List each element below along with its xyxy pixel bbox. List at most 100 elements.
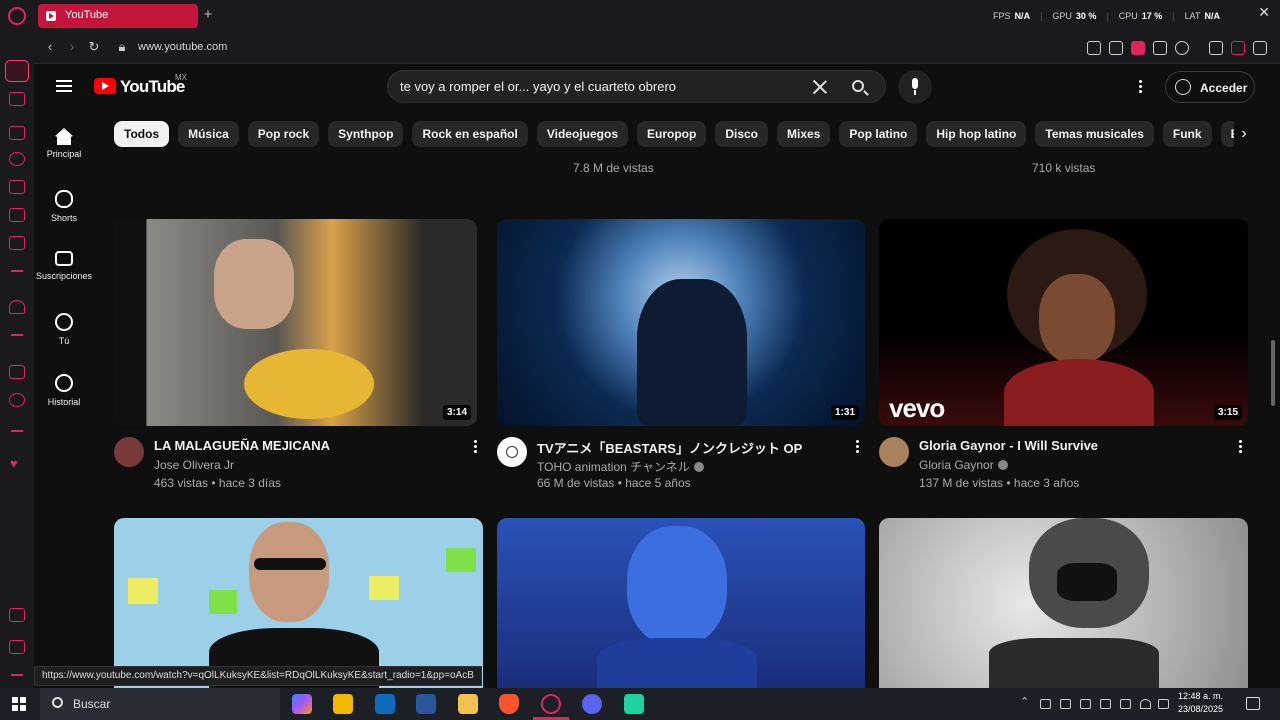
chip-europop[interactable]: Europop: [637, 121, 707, 147]
chip-disco[interactable]: Disco: [715, 121, 769, 147]
chip-hip-hop-latino[interactable]: Hip hop latino: [926, 121, 1027, 147]
opera-gx-taskbar-icon[interactable]: [541, 694, 561, 714]
sidebar-more-icon[interactable]: [11, 674, 23, 676]
wifi-icon[interactable]: [1140, 699, 1151, 709]
app-icon[interactable]: [624, 694, 644, 714]
chip-todos[interactable]: Todos: [114, 121, 170, 147]
video-thumbnail[interactable]: 3:14: [114, 219, 477, 426]
video-thumbnail[interactable]: [114, 518, 483, 688]
reload-icon[interactable]: ↻: [86, 39, 102, 55]
tray-chevron-icon[interactable]: ⌃: [1020, 695, 1031, 708]
chip-funk[interactable]: Funk: [1162, 121, 1212, 147]
chips-next-chevron-icon[interactable]: ›: [1234, 124, 1254, 144]
settings-menu-icon[interactable]: [1139, 80, 1143, 94]
heart-icon[interactable]: [1175, 41, 1189, 55]
thumbnail-figure: [249, 522, 329, 622]
sidebar-music-icon[interactable]: [9, 236, 25, 250]
rail-item-subscriptions[interactable]: Suscripciones: [34, 251, 94, 281]
sidebar-gx-corner-icon[interactable]: [9, 126, 25, 140]
rail-item-you[interactable]: Tú: [34, 313, 94, 346]
extensions-icon[interactable]: [1209, 41, 1223, 55]
tray-app-icon[interactable]: [1060, 699, 1071, 709]
page-scrollbar[interactable]: [1271, 340, 1275, 406]
opera-gx-logo-icon[interactable]: [8, 7, 26, 25]
channel-avatar[interactable]: [497, 437, 527, 467]
youtube-logo-icon[interactable]: [94, 78, 116, 94]
chip-temas-musicales[interactable]: Temas musicales: [1035, 121, 1154, 147]
channel-avatar[interactable]: [114, 437, 144, 467]
chip-pop-latino[interactable]: Pop latino: [839, 121, 918, 147]
sidebar-gx-icon[interactable]: [9, 640, 25, 654]
chip-mixes[interactable]: Mixes: [777, 121, 831, 147]
tray-app-icon[interactable]: [1080, 699, 1091, 709]
tray-app-icon[interactable]: [1100, 699, 1111, 709]
voice-search-mic-icon[interactable]: [898, 70, 932, 104]
battery-icon[interactable]: [1120, 699, 1131, 709]
rail-item-history[interactable]: Historial: [34, 374, 94, 407]
video-thumbnail[interactable]: [497, 518, 865, 688]
video-options-icon[interactable]: [856, 440, 860, 454]
video-title[interactable]: Gloria Gaynor - I Will Survive: [919, 438, 1098, 453]
chip-electro-house[interactable]: Electro house: [1220, 121, 1234, 147]
sidebar-history-icon[interactable]: [9, 152, 25, 166]
video-title[interactable]: LA MALAGUEÑA MEJICANA: [154, 438, 330, 453]
close-window-icon[interactable]: ✕: [1258, 4, 1270, 21]
channel-name[interactable]: Gloria Gaynor: [919, 458, 1008, 472]
sidebar-bookmarks-heart-icon[interactable]: ♥: [10, 456, 18, 471]
taskbar-clock[interactable]: 12:48 a. m. 23/08/2025: [1178, 690, 1223, 716]
word-icon[interactable]: [416, 694, 436, 714]
channel-name[interactable]: TOHO animation チャンネル: [537, 458, 704, 475]
brave-icon[interactable]: [499, 694, 519, 714]
search-button[interactable]: [836, 70, 886, 103]
chip-synthpop[interactable]: Synthpop: [328, 121, 404, 147]
sidebar-messenger-icon[interactable]: [9, 208, 25, 222]
tab-youtube[interactable]: YouTube: [38, 4, 198, 28]
taskbar-search-box[interactable]: Buscar: [40, 688, 280, 720]
rail-item-home[interactable]: Principal: [34, 128, 94, 159]
sign-in-button[interactable]: Acceder: [1165, 71, 1255, 103]
sidebar-gx-mods-icon[interactable]: [9, 608, 25, 622]
file-explorer-icon[interactable]: [458, 694, 478, 714]
clear-search-icon[interactable]: [812, 79, 828, 95]
video-thumbnail[interactable]: [879, 518, 1248, 688]
chip-rock-en-espanol[interactable]: Rock en español: [412, 121, 528, 147]
menu-icon[interactable]: [56, 80, 72, 92]
chip-musica[interactable]: Música: [178, 121, 239, 147]
profile-icon[interactable]: [1231, 41, 1245, 55]
easy-setup-icon[interactable]: [1253, 41, 1267, 55]
subscriptions-icon: [55, 251, 73, 266]
sidebar-gx-store-icon[interactable]: [9, 180, 25, 194]
windows-start-icon[interactable]: [12, 697, 26, 711]
outlook-icon[interactable]: [375, 694, 395, 714]
sidebar-home-icon[interactable]: [5, 60, 29, 82]
video-options-icon[interactable]: [1239, 440, 1243, 454]
url-field[interactable]: www.youtube.com: [138, 41, 227, 53]
volume-icon[interactable]: [1158, 699, 1169, 709]
tray-app-icon[interactable]: [1040, 699, 1051, 709]
notification-icon[interactable]: [1246, 697, 1260, 710]
back-icon[interactable]: ‹: [42, 39, 58, 55]
snapshot-icon[interactable]: [1109, 41, 1123, 55]
player-icon[interactable]: [1153, 41, 1167, 55]
video-thumbnail[interactable]: 1:31: [497, 219, 865, 426]
search-input[interactable]: [400, 79, 800, 94]
sidebar-gx-control-icon[interactable]: [9, 92, 25, 106]
chip-videojuegos[interactable]: Videojuegos: [536, 121, 628, 147]
video-title[interactable]: TVアニメ「BEASTARS」ノンクレジット OP: [537, 438, 802, 457]
pin-icon[interactable]: [1087, 41, 1101, 55]
chip-pop-rock[interactable]: Pop rock: [247, 121, 320, 147]
adblock-shield-icon[interactable]: [1131, 41, 1145, 55]
sidebar-aria-icon[interactable]: [9, 300, 25, 314]
new-tab-button[interactable]: +: [201, 6, 215, 24]
copilot-icon[interactable]: [292, 694, 312, 714]
channel-avatar[interactable]: [879, 437, 909, 467]
rail-item-shorts[interactable]: Shorts: [34, 190, 94, 223]
microsoft-store-icon[interactable]: [333, 694, 353, 714]
channel-name[interactable]: Jose Olivera Jr: [154, 458, 234, 472]
video-thumbnail[interactable]: vevo 3:15: [879, 219, 1248, 426]
sidebar-twitch-icon[interactable]: [9, 365, 25, 379]
discord-icon[interactable]: [582, 694, 602, 714]
video-options-icon[interactable]: [474, 440, 478, 454]
sidebar-whatsapp-icon[interactable]: [9, 393, 25, 407]
forward-icon[interactable]: ›: [64, 39, 80, 55]
